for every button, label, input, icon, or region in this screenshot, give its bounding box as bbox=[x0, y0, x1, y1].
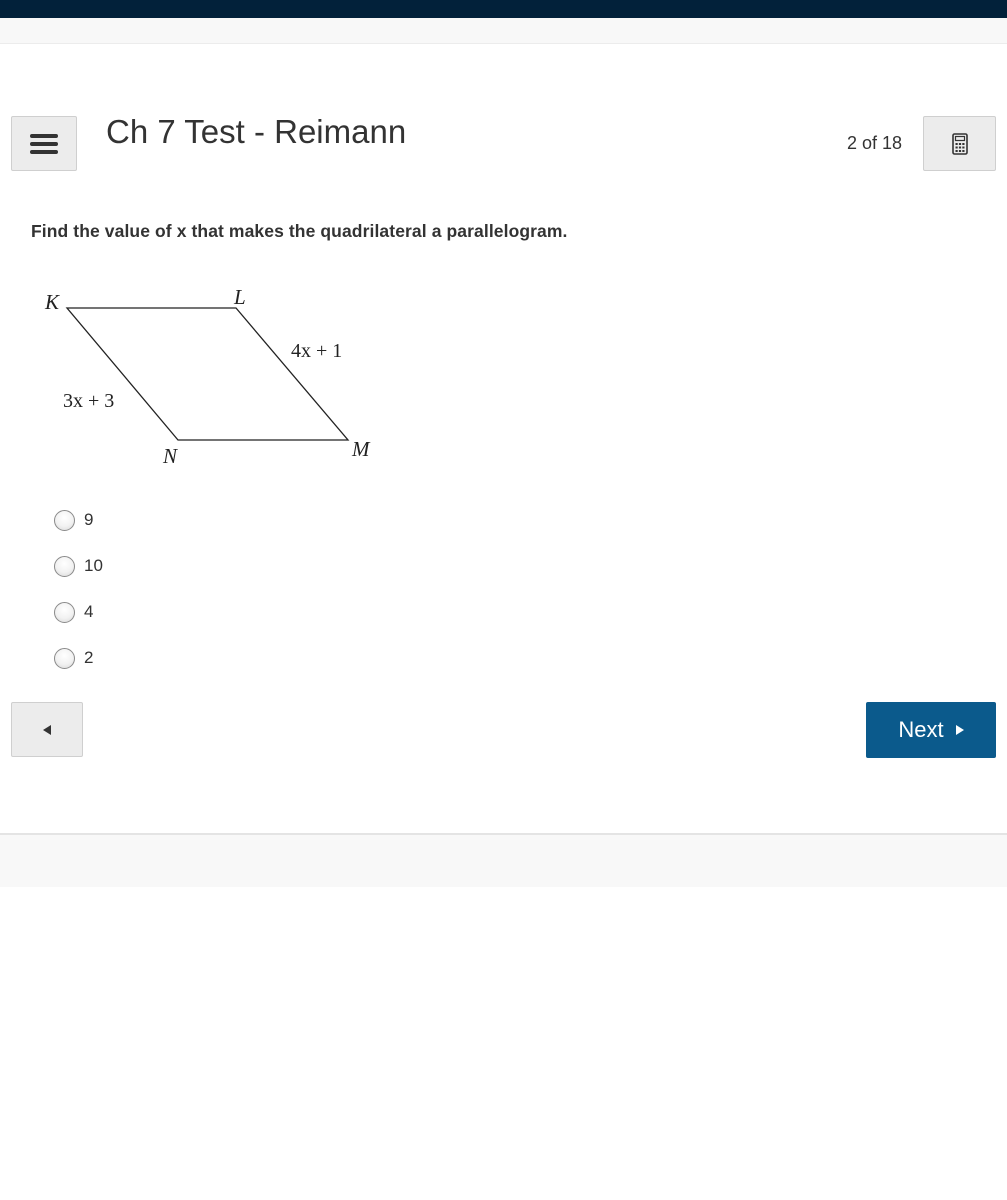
question-prompt: Find the value of x that makes the quadr… bbox=[31, 221, 568, 241]
side-label-kn: 3x + 3 bbox=[63, 390, 114, 412]
answer-label: 9 bbox=[84, 510, 94, 529]
next-button[interactable]: Next bbox=[866, 702, 996, 758]
calculator-icon bbox=[951, 132, 968, 155]
vertex-label-k: K bbox=[44, 290, 60, 314]
answer-option[interactable]: 4 bbox=[54, 589, 103, 635]
answer-option[interactable]: 9 bbox=[54, 497, 103, 543]
next-button-label: Next bbox=[898, 717, 944, 742]
question-progress: 2 of 18 bbox=[846, 133, 902, 153]
triangle-left-icon bbox=[43, 724, 51, 735]
radio-button[interactable] bbox=[54, 509, 75, 531]
side-label-lm: 4x + 1 bbox=[291, 340, 342, 362]
sub-header-bar bbox=[0, 18, 1007, 44]
parallelogram-figure: K L M N 4x + 1 3x + 3 bbox=[44, 285, 371, 468]
answer-label: 10 bbox=[84, 556, 103, 575]
footer-bar bbox=[0, 833, 1007, 887]
vertex-label-m: M bbox=[351, 437, 371, 461]
hamburger-menu-icon bbox=[30, 133, 58, 154]
answer-option[interactable]: 10 bbox=[54, 543, 103, 589]
answer-options: 9 10 4 2 bbox=[54, 497, 103, 681]
parallelogram-shape bbox=[65, 307, 350, 441]
answer-option[interactable]: 2 bbox=[54, 635, 103, 681]
top-bar bbox=[0, 0, 1007, 18]
menu-button[interactable] bbox=[11, 116, 77, 171]
calculator-button[interactable] bbox=[923, 116, 996, 171]
vertex-label-n: N bbox=[162, 444, 178, 468]
answer-label: 4 bbox=[84, 602, 94, 621]
previous-button[interactable] bbox=[11, 702, 83, 757]
radio-button[interactable] bbox=[54, 601, 75, 623]
vertex-label-l: L bbox=[233, 285, 246, 309]
radio-button[interactable] bbox=[54, 555, 75, 577]
test-title: Ch 7 Test - Reimann bbox=[106, 113, 407, 150]
triangle-right-icon bbox=[955, 725, 964, 735]
radio-button[interactable] bbox=[54, 647, 75, 669]
answer-label: 2 bbox=[84, 648, 94, 667]
